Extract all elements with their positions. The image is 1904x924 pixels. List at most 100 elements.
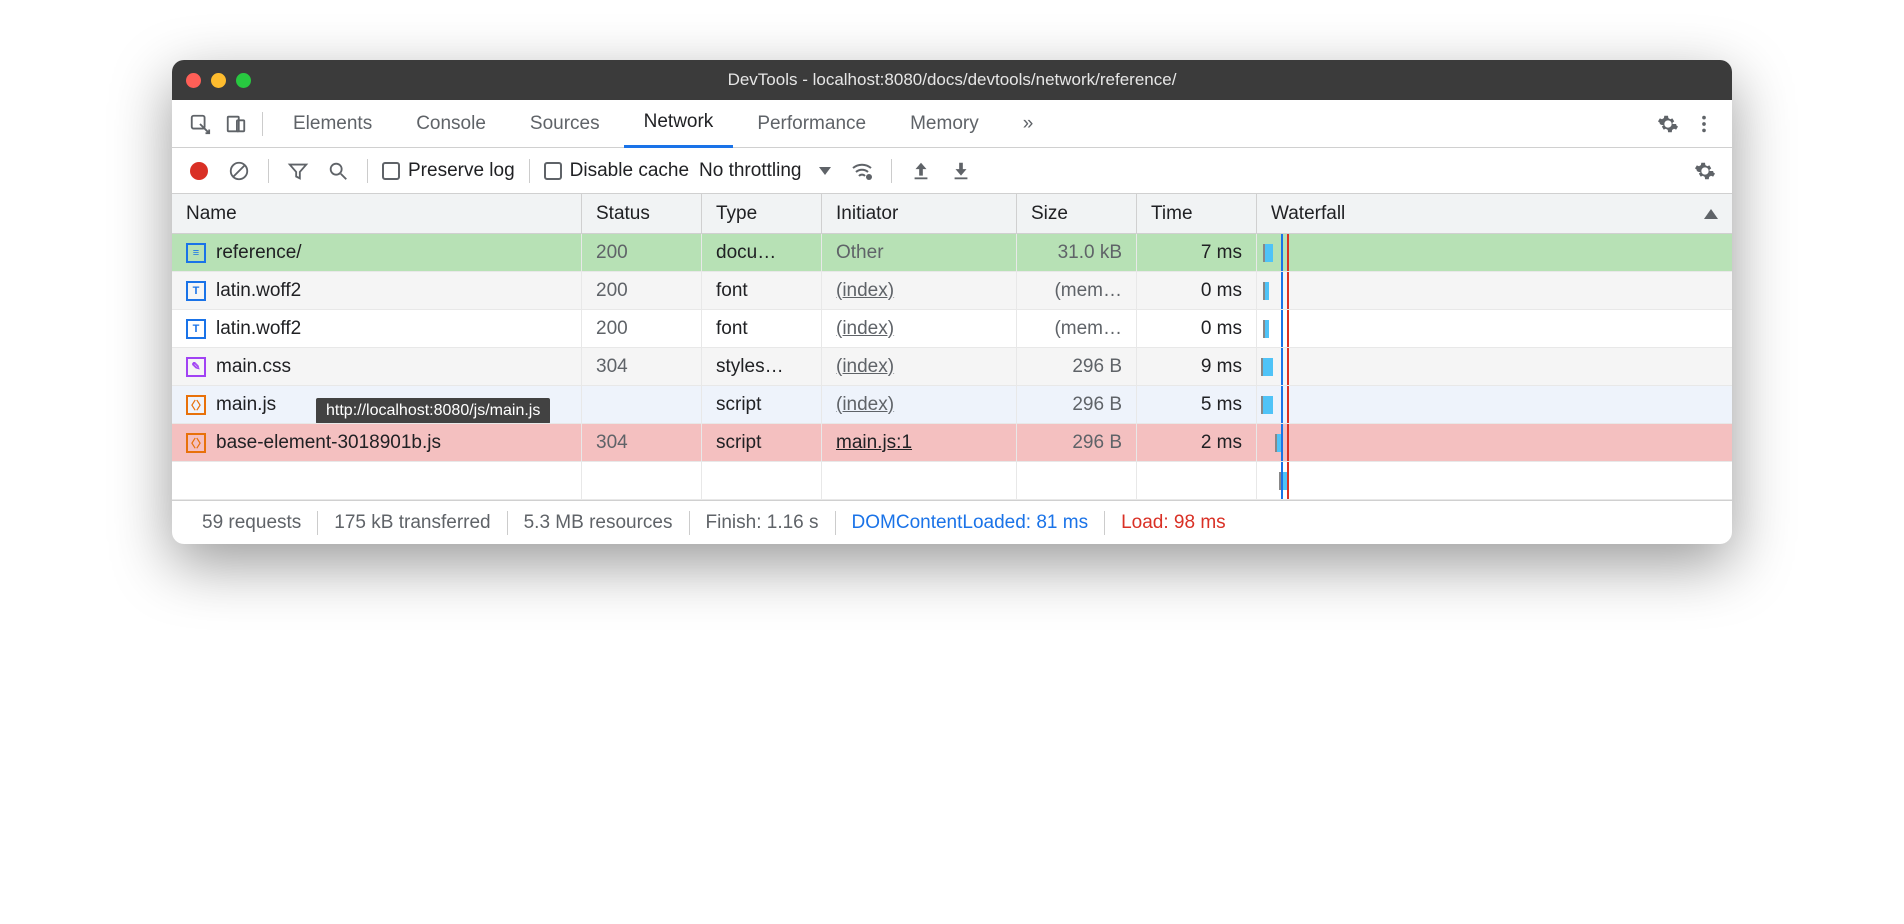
status-bar: 59 requests 175 kB transferred 5.3 MB re… (172, 500, 1732, 544)
filter-icon[interactable] (283, 156, 313, 186)
cell-time: 7 ms (1137, 234, 1257, 271)
table-row[interactable]: T latin.woff2 200 font (index) (mem… 0 m… (172, 272, 1732, 310)
request-name: reference/ (216, 242, 302, 264)
titlebar: DevTools - localhost:8080/docs/devtools/… (172, 60, 1732, 100)
request-name: base-element-3018901b.js (216, 432, 441, 454)
cell-status: 200 (582, 310, 702, 347)
panel-tabs: ElementsConsoleSourcesNetworkPerformance… (172, 100, 1732, 148)
cell-size: 296 B (1017, 348, 1137, 385)
status-load: Load: 98 ms (1105, 512, 1242, 534)
cell-initiator[interactable]: (index) (822, 386, 1017, 423)
inspect-icon[interactable] (184, 108, 216, 140)
cell-time: 2 ms (1137, 424, 1257, 461)
cell-size: 296 B (1017, 424, 1137, 461)
col-time[interactable]: Time (1137, 194, 1257, 233)
devtools-window: DevTools - localhost:8080/docs/devtools/… (172, 60, 1732, 544)
cell-type: styles… (702, 348, 822, 385)
css-file-icon: ✎ (186, 357, 206, 377)
status-transferred: 175 kB transferred (318, 512, 506, 534)
minimize-icon[interactable] (211, 73, 226, 88)
tab-elements[interactable]: Elements (273, 100, 392, 148)
table-row[interactable]: ≡ reference/ 200 docu… Other 31.0 kB 7 m… (172, 234, 1732, 272)
network-conditions-icon[interactable] (847, 156, 877, 186)
cell-time: 0 ms (1137, 272, 1257, 309)
settings-icon[interactable] (1652, 108, 1684, 140)
preserve-log-checkbox[interactable]: Preserve log (382, 160, 515, 182)
cell-status: 200 (582, 234, 702, 271)
download-icon[interactable] (946, 156, 976, 186)
more-tabs[interactable]: » (1003, 100, 1054, 148)
doc-file-icon: ≡ (186, 243, 206, 263)
device-toggle-icon[interactable] (220, 108, 252, 140)
window-title: DevTools - localhost:8080/docs/devtools/… (172, 70, 1732, 90)
cell-type: font (702, 310, 822, 347)
cell-name: 〈〉 main.js http://localhost:8080/js/main… (172, 386, 582, 423)
request-name: main.css (216, 356, 291, 378)
cell-type: script (702, 424, 822, 461)
cell-name: ✎ main.css (172, 348, 582, 385)
table-row[interactable]: ✎ main.css 304 styles… (index) 296 B 9 m… (172, 348, 1732, 386)
cell-size: 31.0 kB (1017, 234, 1137, 271)
cell-initiator[interactable]: (index) (822, 348, 1017, 385)
cell-initiator[interactable]: main.js:1 (822, 424, 1017, 461)
col-waterfall[interactable]: Waterfall (1257, 194, 1732, 233)
font-file-icon: T (186, 319, 206, 339)
cell-waterfall (1257, 234, 1732, 271)
maximize-icon[interactable] (236, 73, 251, 88)
tooltip: http://localhost:8080/js/main.js (316, 398, 550, 424)
cell-time: 5 ms (1137, 386, 1257, 423)
request-name: latin.woff2 (216, 318, 301, 340)
panel-settings-icon[interactable] (1690, 156, 1720, 186)
cell-waterfall (1257, 348, 1732, 385)
table-row[interactable]: 〈〉 main.js http://localhost:8080/js/main… (172, 386, 1732, 424)
table-row (172, 462, 1732, 500)
table-header: Name Status Type Initiator Size Time Wat… (172, 194, 1732, 234)
status-resources: 5.3 MB resources (508, 512, 689, 534)
cell-initiator[interactable]: (index) (822, 310, 1017, 347)
tab-network[interactable]: Network (624, 100, 734, 148)
status-dcl: DOMContentLoaded: 81 ms (836, 512, 1105, 534)
tab-memory[interactable]: Memory (890, 100, 999, 148)
network-toolbar: Preserve log Disable cache No throttling (172, 148, 1732, 194)
status-finish: Finish: 1.16 s (690, 512, 835, 534)
cell-waterfall (1257, 386, 1732, 423)
upload-icon[interactable] (906, 156, 936, 186)
col-status[interactable]: Status (582, 194, 702, 233)
chevron-down-icon (819, 167, 831, 175)
cell-time: 0 ms (1137, 310, 1257, 347)
throttling-label: No throttling (699, 160, 801, 182)
kebab-icon[interactable] (1688, 108, 1720, 140)
sort-asc-icon (1704, 209, 1718, 219)
disable-cache-checkbox[interactable]: Disable cache (544, 160, 689, 182)
clear-icon[interactable] (224, 156, 254, 186)
js-file-icon: 〈〉 (186, 433, 206, 453)
cell-initiator: Other (822, 234, 1017, 271)
cell-waterfall (1257, 310, 1732, 347)
tab-performance[interactable]: Performance (737, 100, 886, 148)
traffic-lights (186, 73, 251, 88)
cell-initiator[interactable]: (index) (822, 272, 1017, 309)
col-name[interactable]: Name (172, 194, 582, 233)
js-file-icon: 〈〉 (186, 395, 206, 415)
cell-size: (mem… (1017, 272, 1137, 309)
search-icon[interactable] (323, 156, 353, 186)
cell-name: 〈〉 base-element-3018901b.js (172, 424, 582, 461)
tab-console[interactable]: Console (396, 100, 506, 148)
col-initiator[interactable]: Initiator (822, 194, 1017, 233)
request-table: ≡ reference/ 200 docu… Other 31.0 kB 7 m… (172, 234, 1732, 500)
table-row[interactable]: 〈〉 base-element-3018901b.js 304 script m… (172, 424, 1732, 462)
close-icon[interactable] (186, 73, 201, 88)
preserve-log-label: Preserve log (408, 160, 515, 182)
cell-type: script (702, 386, 822, 423)
cell-name: T latin.woff2 (172, 310, 582, 347)
col-size[interactable]: Size (1017, 194, 1137, 233)
cell-name: T latin.woff2 (172, 272, 582, 309)
record-icon[interactable] (184, 156, 214, 186)
throttling-select[interactable]: No throttling (699, 160, 837, 182)
cell-waterfall (1257, 424, 1732, 461)
cell-type: docu… (702, 234, 822, 271)
table-row[interactable]: T latin.woff2 200 font (index) (mem… 0 m… (172, 310, 1732, 348)
col-type[interactable]: Type (702, 194, 822, 233)
cell-status: 304 (582, 424, 702, 461)
tab-sources[interactable]: Sources (510, 100, 620, 148)
